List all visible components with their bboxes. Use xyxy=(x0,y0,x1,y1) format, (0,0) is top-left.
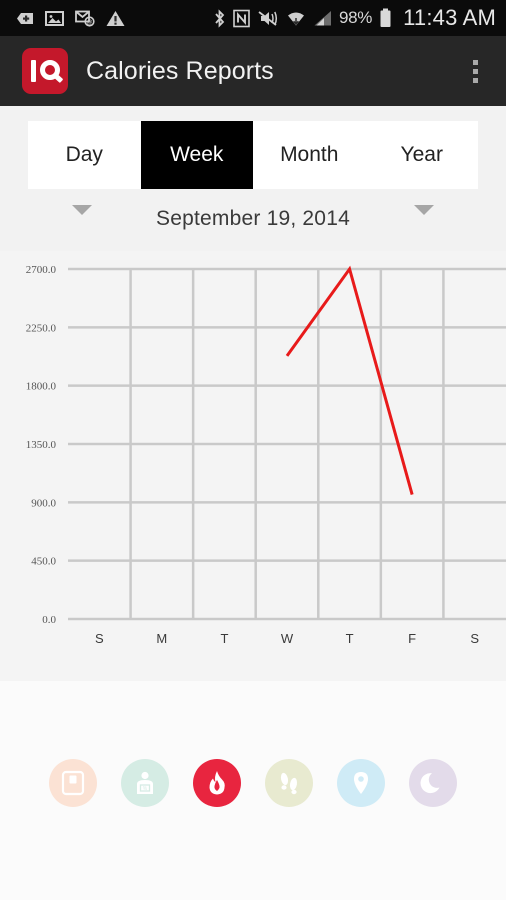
flame-glyph xyxy=(209,771,225,795)
body-fat-icon[interactable]: % xyxy=(121,759,169,807)
overflow-menu-icon[interactable] xyxy=(458,47,492,95)
svg-text:T: T xyxy=(346,631,354,646)
footsteps-glyph xyxy=(280,772,298,795)
svg-text:F: F xyxy=(408,631,416,646)
metric-icon-bar: % xyxy=(0,754,506,812)
tab-month[interactable]: Month xyxy=(253,121,366,189)
chart-canvas: 2700.0 2250.0 1800.0 1350.0 900.0 450.0 0.0 S M T… xyxy=(0,251,506,681)
svg-text:M: M xyxy=(156,631,167,646)
svg-text:T: T xyxy=(220,631,228,646)
footsteps-icon[interactable] xyxy=(265,759,313,807)
tab-day[interactable]: Day xyxy=(28,121,141,189)
iq-app-logo xyxy=(22,48,68,94)
svg-text:1350.0: 1350.0 xyxy=(26,439,57,451)
email-sync-icon: @ xyxy=(75,10,95,27)
svg-text:%: % xyxy=(143,786,148,792)
svg-text:450.0: 450.0 xyxy=(31,556,56,568)
flame-icon[interactable] xyxy=(193,759,241,807)
overflow-dot-3 xyxy=(472,77,478,83)
svg-text:1800.0: 1800.0 xyxy=(26,381,57,393)
location-pin-glyph xyxy=(354,772,368,794)
location-pin-icon[interactable] xyxy=(337,759,385,807)
logo-letter-i xyxy=(31,60,36,82)
battery-percent-label: 98% xyxy=(338,8,373,27)
svg-text:2700.0: 2700.0 xyxy=(26,264,57,276)
page-title: Calories Reports xyxy=(86,56,274,85)
action-bar: Calories Reports xyxy=(0,36,506,106)
wifi-icon xyxy=(287,12,304,25)
mute-vibrate-icon xyxy=(258,10,278,26)
scale-icon[interactable] xyxy=(49,759,97,807)
moon-glyph xyxy=(420,773,440,794)
svg-text:S: S xyxy=(470,631,479,646)
image-icon xyxy=(45,10,64,26)
svg-text:S: S xyxy=(95,631,104,646)
svg-text:W: W xyxy=(281,631,294,646)
svg-text:2250.0: 2250.0 xyxy=(26,322,57,334)
status-bar: @ 98% 11:43 AM xyxy=(0,0,506,36)
status-bar-right-icons: 98% 11:43 AM xyxy=(213,5,496,31)
overflow-dot-1 xyxy=(472,59,478,65)
calories-line-chart[interactable]: 2700.0 2250.0 1800.0 1350.0 900.0 450.0 0.0 S M T… xyxy=(0,251,506,681)
logo-letter-q-tail xyxy=(51,71,64,84)
previous-period-button[interactable] xyxy=(72,205,92,215)
date-navigation: September 19, 2014 xyxy=(0,193,506,245)
tag-plus-icon xyxy=(17,12,33,24)
app-root: @ 98% 11:43 AM Calories Reports Day Week… xyxy=(0,0,506,900)
warning-icon xyxy=(106,10,125,26)
clock-label: 11:43 AM xyxy=(403,5,496,30)
svg-text:900.0: 900.0 xyxy=(31,497,56,509)
overflow-dot-2 xyxy=(472,68,478,74)
main-content: Day Week Month Year September 19, 2014 2… xyxy=(0,106,506,900)
nfc-icon xyxy=(233,9,250,27)
moon-icon[interactable] xyxy=(409,759,457,807)
svg-text:0.0: 0.0 xyxy=(42,614,56,626)
bottom-background xyxy=(0,818,506,900)
next-period-button[interactable] xyxy=(414,205,434,215)
current-date-label: September 19, 2014 xyxy=(156,207,350,230)
tab-year[interactable]: Year xyxy=(366,121,479,189)
scale-glyph xyxy=(61,770,85,796)
cellular-signal-icon xyxy=(314,10,331,25)
battery-icon xyxy=(380,8,391,27)
svg-text:@: @ xyxy=(86,20,92,26)
period-tab-bar: Day Week Month Year xyxy=(28,121,478,189)
bluetooth-icon xyxy=(215,8,225,28)
status-bar-left-icons: @ xyxy=(14,10,125,27)
body-fat-glyph: % xyxy=(137,771,153,794)
tab-week[interactable]: Week xyxy=(140,121,253,189)
